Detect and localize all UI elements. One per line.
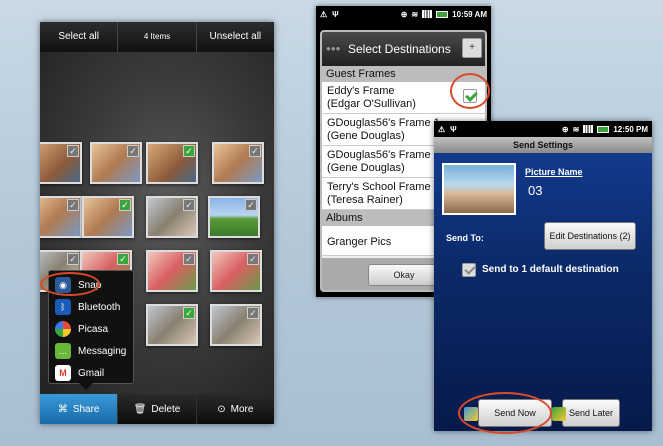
unselect-all-button[interactable]: Unselect all bbox=[195, 22, 274, 52]
photo-thumbnail[interactable]: ✓ bbox=[146, 250, 198, 292]
share-item-label: Messaging bbox=[78, 345, 127, 357]
gallery-screen: Select all 4 Items Unselect all ✓ ✓ ✓ ✓ … bbox=[40, 22, 274, 424]
more-label: More bbox=[230, 403, 254, 415]
dialog-title-bar: ●●● Select Destinations + bbox=[322, 32, 485, 66]
photo-thumbnail[interactable]: ✓ bbox=[210, 250, 262, 292]
picture-thumbnail bbox=[442, 163, 516, 215]
share-item-label: Picasa bbox=[78, 323, 109, 335]
gps-icon: ⊕ bbox=[561, 124, 569, 134]
usb-icon: Ψ bbox=[332, 9, 339, 19]
picasa-icon bbox=[55, 321, 71, 337]
photo-thumbnail[interactable]: ✓ bbox=[82, 196, 134, 238]
send-later-icon bbox=[552, 407, 566, 421]
picture-name-link[interactable]: Picture Name bbox=[525, 167, 583, 177]
gallery-bottom-bar: ⌘ Share 🗑 Delete ⊙ More bbox=[40, 394, 274, 424]
status-time: 10:59 AM bbox=[452, 9, 487, 19]
send-settings-screen: ⚠ Ψ ⊕ ≋ 12:50 PM Send Settings Picture N… bbox=[434, 121, 652, 431]
more-button[interactable]: ⊙ More bbox=[195, 394, 274, 424]
checkbox-icon[interactable]: ✓ bbox=[245, 199, 257, 211]
item-count: 4 Items bbox=[117, 22, 195, 52]
bluetooth-icon: ᛒ bbox=[55, 299, 71, 315]
send-to-label: Send To: bbox=[446, 233, 484, 243]
signal-icon bbox=[422, 10, 433, 18]
send-settings-body: Picture Name 03 Send To: Edit Destinatio… bbox=[434, 153, 652, 431]
add-destination-button[interactable]: + bbox=[462, 38, 482, 58]
share-item-picasa[interactable]: Picasa bbox=[55, 319, 108, 339]
gps-icon: ⊕ bbox=[400, 9, 408, 19]
select-all-button[interactable]: Select all bbox=[40, 22, 117, 52]
checkbox-checked-icon[interactable]: ✓ bbox=[119, 199, 131, 211]
share-item-label: Bluetooth bbox=[78, 301, 121, 313]
popup-arrow-icon bbox=[79, 383, 93, 390]
checkbox-icon[interactable]: ✓ bbox=[249, 145, 261, 157]
checkbox-icon[interactable]: ✓ bbox=[183, 199, 195, 211]
delete-button[interactable]: 🗑 Delete bbox=[117, 394, 195, 424]
checkbox-icon[interactable]: ✓ bbox=[247, 307, 259, 319]
battery-icon bbox=[436, 10, 449, 18]
photo-thumbnail[interactable]: ✓ bbox=[146, 142, 198, 184]
dialog-title: Select Destinations bbox=[348, 42, 451, 56]
warning-icon: ⚠ bbox=[438, 124, 446, 134]
checkbox-checked-icon[interactable]: ✓ bbox=[183, 307, 195, 319]
photo-thumbnail[interactable]: ✓ bbox=[90, 142, 142, 184]
photo-thumbnail[interactable]: ✓ bbox=[210, 304, 262, 346]
checkbox-icon[interactable]: ✓ bbox=[247, 253, 259, 265]
battery-icon bbox=[597, 125, 610, 133]
gallery-top-bar: Select all 4 Items Unselect all bbox=[40, 22, 274, 52]
share-button[interactable]: ⌘ Share bbox=[40, 394, 118, 424]
checkbox-icon[interactable]: ✓ bbox=[183, 253, 195, 265]
status-bar: ⚠ Ψ ⊕ ≋ 12:50 PM bbox=[434, 121, 652, 137]
checkbox-checked-icon[interactable]: ✓ bbox=[117, 253, 129, 265]
warning-icon: ⚠ bbox=[320, 9, 328, 19]
status-time: 12:50 PM bbox=[613, 124, 648, 134]
wifi-icon: ≋ bbox=[572, 124, 580, 134]
photo-thumbnail[interactable]: ✓ bbox=[40, 142, 82, 184]
send-settings-title: Send Settings bbox=[434, 137, 652, 153]
photo-thumbnail[interactable]: ✓ bbox=[146, 304, 198, 346]
highlight-oval bbox=[40, 272, 100, 296]
edit-destinations-button[interactable]: Edit Destinations (2) bbox=[544, 222, 636, 250]
share-item-gmail[interactable]: M Gmail bbox=[55, 363, 104, 383]
messaging-icon: … bbox=[55, 343, 71, 359]
dots-icon: ●●● bbox=[326, 44, 341, 53]
photo-thumbnail[interactable]: ✓ bbox=[208, 196, 260, 238]
chevron-down-icon: ⊙ bbox=[217, 403, 226, 415]
highlight-oval bbox=[450, 73, 490, 109]
share-item-bluetooth[interactable]: ᛒ Bluetooth bbox=[55, 297, 120, 317]
checkbox-checked-icon[interactable]: ✓ bbox=[183, 145, 195, 157]
signal-icon bbox=[583, 125, 594, 133]
share-item-messaging[interactable]: … Messaging bbox=[55, 341, 126, 361]
usb-icon: Ψ bbox=[450, 124, 457, 134]
share-item-label: Gmail bbox=[78, 367, 105, 379]
picture-name-value: 03 bbox=[528, 183, 543, 198]
share-label: Share bbox=[72, 403, 100, 415]
send-later-label: Send Later bbox=[568, 408, 614, 418]
default-destination-label: Send to 1 default destination bbox=[482, 264, 619, 275]
highlight-oval bbox=[458, 392, 552, 434]
share-icon: ⌘ bbox=[57, 403, 68, 415]
checkbox-icon[interactable]: ✓ bbox=[67, 199, 79, 211]
checkbox-icon[interactable]: ✓ bbox=[67, 145, 79, 157]
photo-thumbnail[interactable]: ✓ bbox=[212, 142, 264, 184]
trash-icon: 🗑 bbox=[133, 403, 147, 415]
okay-button[interactable]: Okay bbox=[368, 264, 440, 286]
checkbox-checked-icon[interactable] bbox=[462, 263, 476, 277]
checkbox-icon[interactable]: ✓ bbox=[127, 145, 139, 157]
delete-label: Delete bbox=[151, 403, 181, 415]
wifi-icon: ≋ bbox=[411, 9, 419, 19]
checkbox-icon[interactable]: ✓ bbox=[67, 253, 79, 265]
photo-thumbnail[interactable]: ✓ bbox=[146, 196, 198, 238]
photo-thumbnail[interactable]: ✓ bbox=[40, 196, 82, 238]
status-bar: ⚠ Ψ ⊕ ≋ 10:59 AM bbox=[316, 6, 491, 22]
gmail-icon: M bbox=[55, 365, 71, 381]
send-later-button[interactable]: Send Later bbox=[562, 399, 620, 427]
